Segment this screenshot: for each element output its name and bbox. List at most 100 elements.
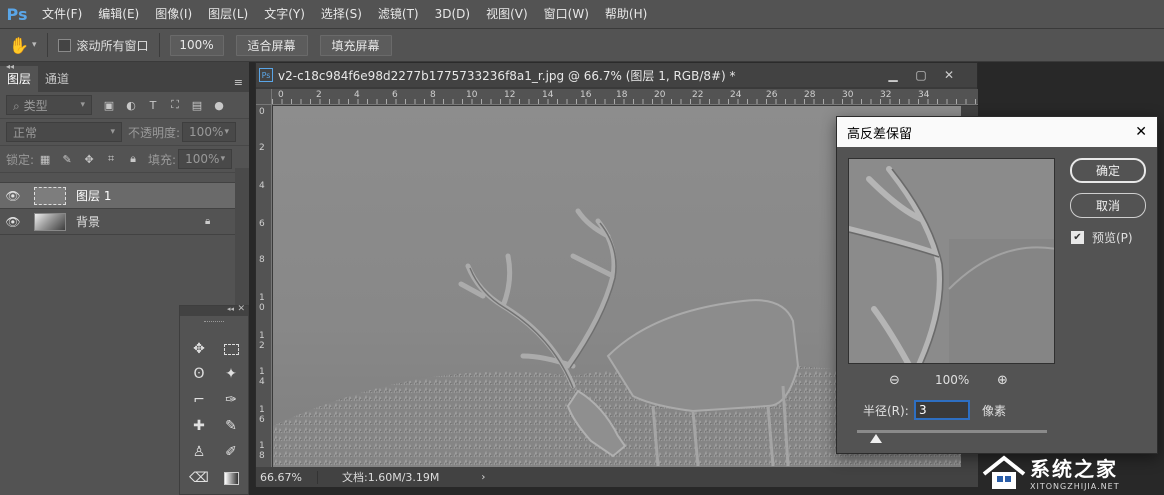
preview-label: 预览(P) <box>1092 231 1133 245</box>
chevron-right-icon[interactable]: › <box>481 472 485 483</box>
crop-tool-icon[interactable]: ⌐ <box>188 390 210 410</box>
minimize-icon[interactable]: ▁ <box>879 66 907 84</box>
watermark-url: XITONGZHIJIA.NET <box>1030 481 1120 491</box>
tab-channels[interactable]: 通道 <box>38 66 76 92</box>
lock-label: 锁定: <box>6 152 35 167</box>
lock-transparent-icon[interactable]: ▦ <box>38 152 52 166</box>
filter-kind-dropdown[interactable]: ⌕ 类型 ▾ <box>6 95 92 115</box>
filter-kind-value: 类型 <box>23 98 48 113</box>
cancel-button[interactable]: 取消 <box>1070 193 1146 218</box>
opacity-value: 100% <box>189 125 224 139</box>
preview-checkbox[interactable]: ✔ <box>1071 231 1084 244</box>
lock-position-icon[interactable]: ✥ <box>82 152 96 166</box>
close-icon[interactable]: ✕ <box>935 66 963 84</box>
close-icon[interactable]: ✕ <box>1135 124 1147 140</box>
ruler-ticks <box>272 99 979 104</box>
magic-wand-icon[interactable]: ✦ <box>220 364 242 384</box>
filter-shape-icon[interactable]: ⛶ <box>168 98 182 112</box>
photoshop-logo: Ps <box>6 4 28 24</box>
ruler-label: 2 <box>259 143 265 153</box>
collapse-icon[interactable]: ◂◂ <box>227 305 234 313</box>
eraser-tool-icon[interactable]: ⌫ <box>188 468 210 488</box>
layer-name: 背景 <box>76 215 101 229</box>
dialog-title: 高反差保留 <box>847 126 913 142</box>
zoom-out-icon[interactable]: ⊖ <box>889 373 900 388</box>
chevron-down-icon: ▾ <box>80 100 85 110</box>
scroll-all-checkbox[interactable] <box>57 38 71 52</box>
eye-icon[interactable]: 👁︎ <box>0 189 26 203</box>
clone-stamp-icon[interactable]: ♙ <box>188 442 210 462</box>
menu-window[interactable]: 窗口(W) <box>536 0 597 28</box>
separator <box>158 33 160 57</box>
brush-tool-icon[interactable]: ✎ <box>220 416 242 436</box>
menu-image[interactable]: 图像(I) <box>147 0 200 28</box>
menu-view[interactable]: 视图(V) <box>478 0 536 28</box>
fill-screen-button[interactable]: 填充屏幕 <box>319 34 392 56</box>
menu-file[interactable]: 文件(F) <box>34 0 90 28</box>
fill-label: 填充: <box>148 152 177 167</box>
chevron-down-icon[interactable]: ▾ <box>32 40 37 50</box>
menu-filter[interactable]: 滤镜(T) <box>370 0 427 28</box>
preview-pane[interactable] <box>848 158 1055 364</box>
house-logo-icon <box>982 454 1026 489</box>
layer-thumbnail <box>34 212 66 231</box>
eyedropper-icon[interactable]: ✑ <box>220 390 242 410</box>
ruler-label: 18 <box>259 441 265 461</box>
ruler-label: 6 <box>259 219 265 229</box>
separator <box>46 33 48 57</box>
layer-row-layer1[interactable]: 👁︎ 图层 1 <box>0 183 235 209</box>
restore-icon[interactable]: ▢ <box>907 66 935 84</box>
blend-mode-dropdown[interactable]: 正常 ▾ <box>6 122 122 142</box>
radius-slider-thumb[interactable] <box>870 434 882 443</box>
collapse-icon[interactable]: ◂◂ <box>6 62 14 71</box>
lasso-tool-icon[interactable]: ʘ <box>188 364 210 384</box>
menu-select[interactable]: 选择(S) <box>313 0 370 28</box>
panel-menu-icon[interactable]: ≡ <box>234 76 243 89</box>
filter-toggle-icon[interactable]: ● <box>212 98 226 112</box>
radius-label: 半径(R): <box>863 404 909 418</box>
options-bar: ✋ ▾ 滚动所有窗口 100% 适合屏幕 填充屏幕 <box>0 28 1164 62</box>
filter-row: ⌕ 类型 ▾ ▣ ◐ T ⛶ ▤ ● <box>0 92 249 119</box>
status-zoom[interactable]: 66.67% <box>256 470 318 484</box>
marquee-tool-icon[interactable] <box>220 339 242 359</box>
filter-smart-object-icon[interactable]: ▤ <box>190 98 204 112</box>
menu-layer[interactable]: 图层(L) <box>200 0 256 28</box>
menu-type[interactable]: 文字(Y) <box>256 0 313 28</box>
ruler-label: 4 <box>259 181 265 191</box>
filter-pixel-icon[interactable]: ▣ <box>102 98 116 112</box>
dialog-titlebar[interactable]: 高反差保留 ✕ <box>837 117 1157 147</box>
chevron-down-icon: ▾ <box>220 154 226 164</box>
fit-screen-button[interactable]: 适合屏幕 <box>235 34 308 56</box>
document-tab[interactable]: Ps v2-c18c984f6e98d2277b1775733236f8a1_r… <box>256 63 977 87</box>
zoom-100-button[interactable]: 100% <box>169 34 224 56</box>
history-brush-icon[interactable]: ✐ <box>220 442 242 462</box>
move-tool-icon[interactable]: ✥ <box>188 339 210 359</box>
menu-help[interactable]: 帮助(H) <box>597 0 655 28</box>
hand-tool-icon[interactable]: ✋ <box>8 36 30 55</box>
ruler-label: 10 <box>259 293 265 313</box>
lock-all-icon[interactable]: 🔒︎ <box>126 152 140 166</box>
healing-brush-icon[interactable]: ✚ <box>188 416 210 436</box>
radius-input[interactable]: 3 <box>914 400 970 420</box>
ruler-label: 12 <box>259 331 265 351</box>
gradient-tool-icon[interactable] <box>220 468 242 488</box>
layer-row-background[interactable]: 👁︎ 背景 🔒︎ <box>0 209 235 235</box>
zoom-percent: 100% <box>935 373 970 387</box>
menu-edit[interactable]: 编辑(E) <box>90 0 147 28</box>
eye-icon[interactable]: 👁︎ <box>0 215 26 229</box>
lock-pixels-icon[interactable]: ✎ <box>60 152 74 166</box>
filter-adjustment-icon[interactable]: ◐ <box>124 98 138 112</box>
menu-bar: Ps 文件(F) 编辑(E) 图像(I) 图层(L) 文字(Y) 选择(S) 滤… <box>0 0 1164 28</box>
fill-field[interactable]: 100% ▾ <box>178 149 233 169</box>
menu-3d[interactable]: 3D(D) <box>427 0 478 28</box>
tools-panel: ◂◂ ✕ ✥ ʘ ✦ ⌐ ✑ ✚ ✎ ♙ ✐ ⌫ <box>179 304 249 495</box>
ruler-horizontal: 0 2 4 6 8 10 12 14 16 18 20 22 24 26 28 … <box>272 89 979 105</box>
opacity-field[interactable]: 100% ▾ <box>182 122 237 142</box>
lock-artboard-icon[interactable]: ⌗ <box>104 152 118 166</box>
filter-type-icon[interactable]: T <box>146 98 160 112</box>
close-icon[interactable]: ✕ <box>237 304 245 314</box>
ok-button[interactable]: 确定 <box>1070 158 1146 183</box>
zoom-in-icon[interactable]: ⊕ <box>997 373 1008 388</box>
radius-slider-track[interactable] <box>857 430 1047 433</box>
grip-handle[interactable] <box>204 321 224 324</box>
